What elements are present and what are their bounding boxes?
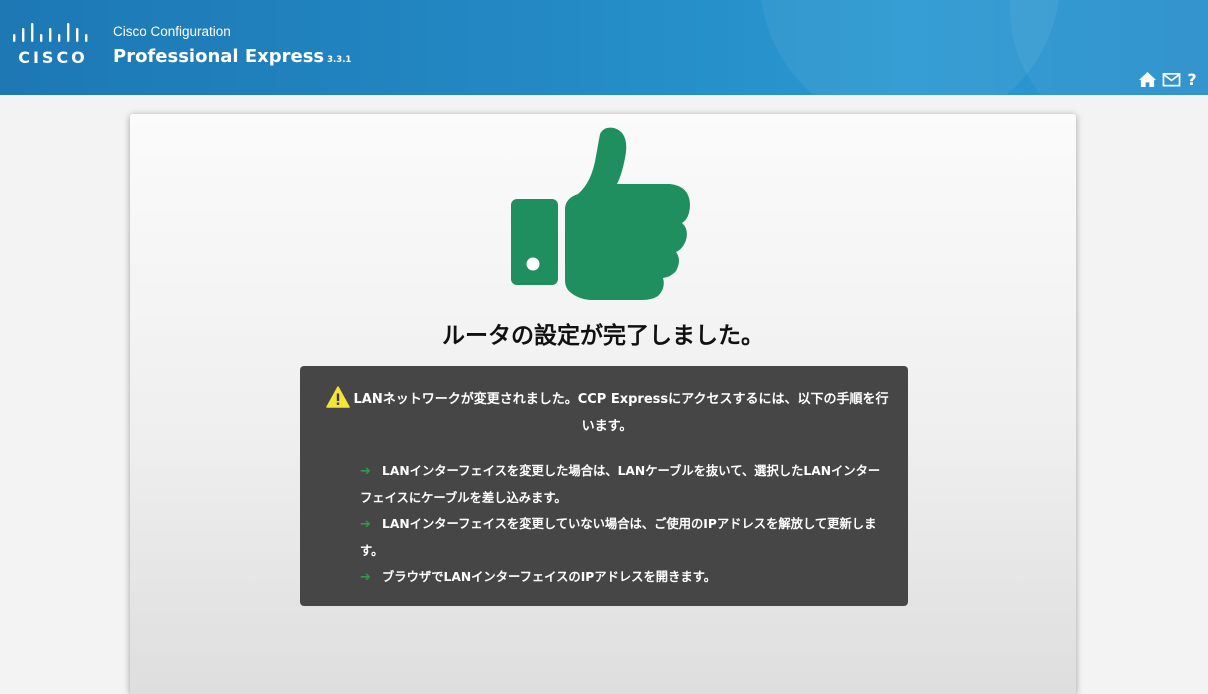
brand-name: CISCO <box>18 48 88 67</box>
list-item: ➔ LANインターフェイスを変更していない場合は、ご使用のIPアドレスを解放して更… <box>360 511 886 564</box>
header-toolbar: ? <box>1138 71 1198 88</box>
app-header: CISCO Cisco Configuration Professional E… <box>0 0 1208 95</box>
notice-headline-row: LANネットワークが変更されました。CCP Expressにアクセスするには、以… <box>324 386 890 440</box>
step-text: LANインターフェイスを変更していない場合は、ご使用のIPアドレスを解放して更新… <box>360 517 877 558</box>
notice-headline: LANネットワークが変更されました。CCP Expressにアクセスするには、以… <box>353 392 889 434</box>
lan-change-notice: LANネットワークが変更されました。CCP Expressにアクセスするには、以… <box>300 366 908 606</box>
arrow-right-icon: ➔ <box>360 517 371 532</box>
cisco-logo: CISCO <box>12 22 94 70</box>
app-version: 3.3.1 <box>327 55 352 65</box>
arrow-right-icon: ➔ <box>360 570 371 585</box>
thumbs-up-icon <box>511 127 690 300</box>
step-text: LANインターフェイスを変更した場合は、LANケーブルを抜いて、選択したLANイ… <box>360 464 881 505</box>
warning-icon <box>325 386 350 408</box>
arrow-right-icon: ➔ <box>360 464 371 479</box>
result-card: ルータの設定が完了しました。 LANネットワークが変更されました。CCP Exp… <box>130 114 1076 694</box>
app-title-text: Professional Express <box>113 46 325 67</box>
mail-icon[interactable] <box>1162 71 1181 88</box>
success-message: ルータの設定が完了しました。 <box>442 323 764 349</box>
app-title: Professional Express 3.3.1 <box>113 46 351 67</box>
cisco-bridge-icon <box>13 23 88 42</box>
help-icon[interactable]: ? <box>1186 71 1198 88</box>
list-item: ➔ ブラウザでLANインターフェイスのIPアドレスを開きます。 <box>360 564 886 591</box>
list-item: ➔ LANインターフェイスを変更した場合は、LANケーブルを抜いて、選択したLAN… <box>360 458 886 511</box>
step-list: ➔ LANインターフェイスを変更した場合は、LANケーブルを抜いて、選択したLAN… <box>360 458 886 591</box>
step-text: ブラウザでLANインターフェイスのIPアドレスを開きます。 <box>382 570 717 584</box>
home-icon[interactable] <box>1138 71 1157 88</box>
app-subtitle: Cisco Configuration <box>113 24 231 39</box>
